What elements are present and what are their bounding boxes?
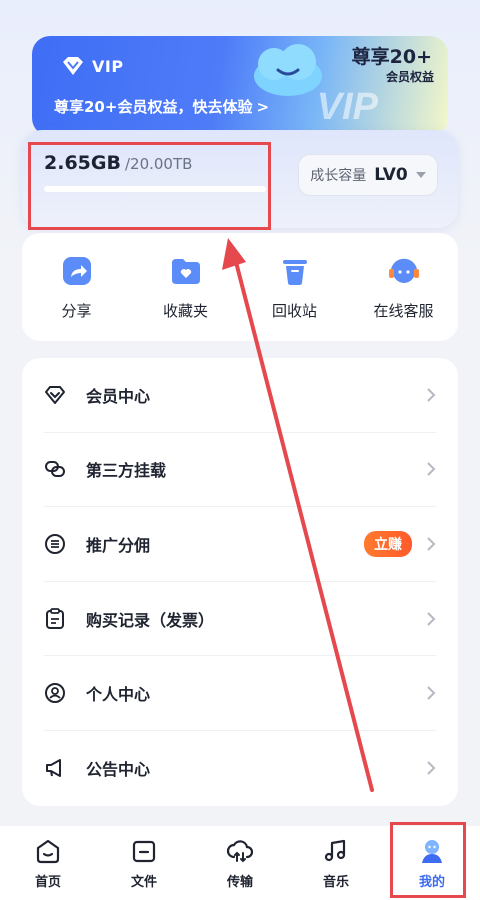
menu-item-announcements[interactable]: 公告中心: [44, 731, 436, 806]
menu-item-member-center[interactable]: 会员中心: [44, 358, 436, 433]
user-icon: [45, 683, 65, 704]
vip-promo-label: 尊享20+会员权益，快去体验: [54, 98, 253, 116]
share-icon: [62, 256, 91, 285]
storage-progress-bar: [44, 186, 266, 192]
link-icon: [45, 461, 65, 478]
menu-item-personal-center[interactable]: 个人中心: [44, 656, 436, 731]
menu-item-label: 公告中心: [86, 760, 151, 780]
growth-level-value: LV0: [374, 165, 408, 185]
nav-item-label: 首页: [34, 874, 61, 890]
nav-item-transfer[interactable]: 传输: [205, 837, 275, 890]
commission-icon: [45, 533, 65, 554]
chevron-right-icon: [427, 611, 436, 626]
storage-total-value: /20.00TB: [124, 155, 193, 173]
menu-item-label: 会员中心: [86, 386, 151, 406]
chevron-right-icon: [427, 388, 436, 402]
shortcut-favorites[interactable]: 收藏夹: [136, 254, 236, 321]
chevron-right-icon: [427, 761, 436, 775]
folder-icon: [132, 840, 156, 862]
headset-icon: [388, 258, 419, 283]
storage-usage: 2.65GB/20.00TB: [44, 152, 192, 174]
menu-item-purchase-records[interactable]: 购买记录（发票）: [44, 582, 436, 657]
vip-gem-icon: [63, 57, 83, 75]
earn-badge: 立赚: [364, 530, 412, 557]
diamond-icon: [45, 385, 65, 404]
chevron-right-icon: [427, 462, 436, 477]
shortcut-recycle-bin-label: 回收站: [271, 301, 317, 320]
storage-used-value: 2.65GB: [44, 152, 121, 174]
shortcut-card: 分享 收藏夹 回收站 在线客服: [22, 233, 458, 341]
shortcut-share[interactable]: 分享: [27, 254, 127, 321]
nav-item-home[interactable]: 首页: [13, 837, 83, 890]
annotation-highlight-mine-tab: [390, 822, 466, 898]
nav-item-label: 音乐: [322, 874, 349, 890]
nav-item-files[interactable]: 文件: [109, 837, 179, 890]
favorites-folder-icon: [171, 258, 200, 284]
home-icon: [36, 839, 60, 863]
vip-badge: VIP: [54, 52, 134, 80]
shortcut-customer-service[interactable]: 在线客服: [354, 254, 454, 321]
vip-badge-label: VIP: [92, 56, 124, 76]
music-icon: [324, 839, 346, 861]
growth-level-dropdown[interactable]: 成长容量 LV0: [298, 154, 438, 196]
growth-level-label: 成长容量: [310, 168, 367, 184]
vip-promo-text[interactable]: 尊享20+会员权益，快去体验 >: [54, 96, 269, 117]
caret-down-icon: [415, 172, 426, 178]
menu-item-label: 个人中心: [86, 685, 151, 705]
menu-item-label: 推广分佣: [86, 535, 151, 555]
nav-item-label: 传输: [226, 874, 253, 890]
menu-list: 会员中心 第三方挂载 推广分佣 立赚 购买记录（发票） 个人中心 公告中心: [22, 358, 458, 806]
vip-right-title: 尊享20+: [351, 46, 432, 68]
cloud-transfer-icon: [226, 839, 254, 862]
menu-item-label: 购买记录（发票）: [86, 610, 215, 630]
menu-item-label: 第三方挂载: [86, 461, 167, 481]
shortcut-recycle-bin[interactable]: 回收站: [245, 254, 345, 321]
menu-item-commission[interactable]: 推广分佣 立赚: [44, 507, 436, 582]
chevron-right-icon: [427, 686, 436, 700]
menu-item-third-party-mount[interactable]: 第三方挂载: [44, 433, 436, 508]
clipboard-icon: [46, 607, 64, 629]
vip-banner[interactable]: VIP 尊享20+会员权益，快去体验 > VIP 尊享20+ 会员权益: [32, 36, 448, 136]
megaphone-icon: [46, 759, 61, 778]
storage-card: 2.65GB/20.00TB 成长容量 LV0: [22, 130, 458, 228]
shortcut-favorites-label: 收藏夹: [162, 301, 208, 320]
nav-item-music[interactable]: 音乐: [301, 837, 371, 890]
trash-icon: [282, 259, 307, 285]
shortcut-share-label: 分享: [61, 301, 92, 320]
shortcut-customer-service-label: 在线客服: [373, 301, 434, 320]
vip-right-subtitle: 会员权益: [385, 70, 434, 84]
nav-item-label: 文件: [130, 874, 157, 890]
chevron-right-icon: [427, 537, 436, 551]
vip-ghost-text: VIP: [316, 86, 378, 128]
